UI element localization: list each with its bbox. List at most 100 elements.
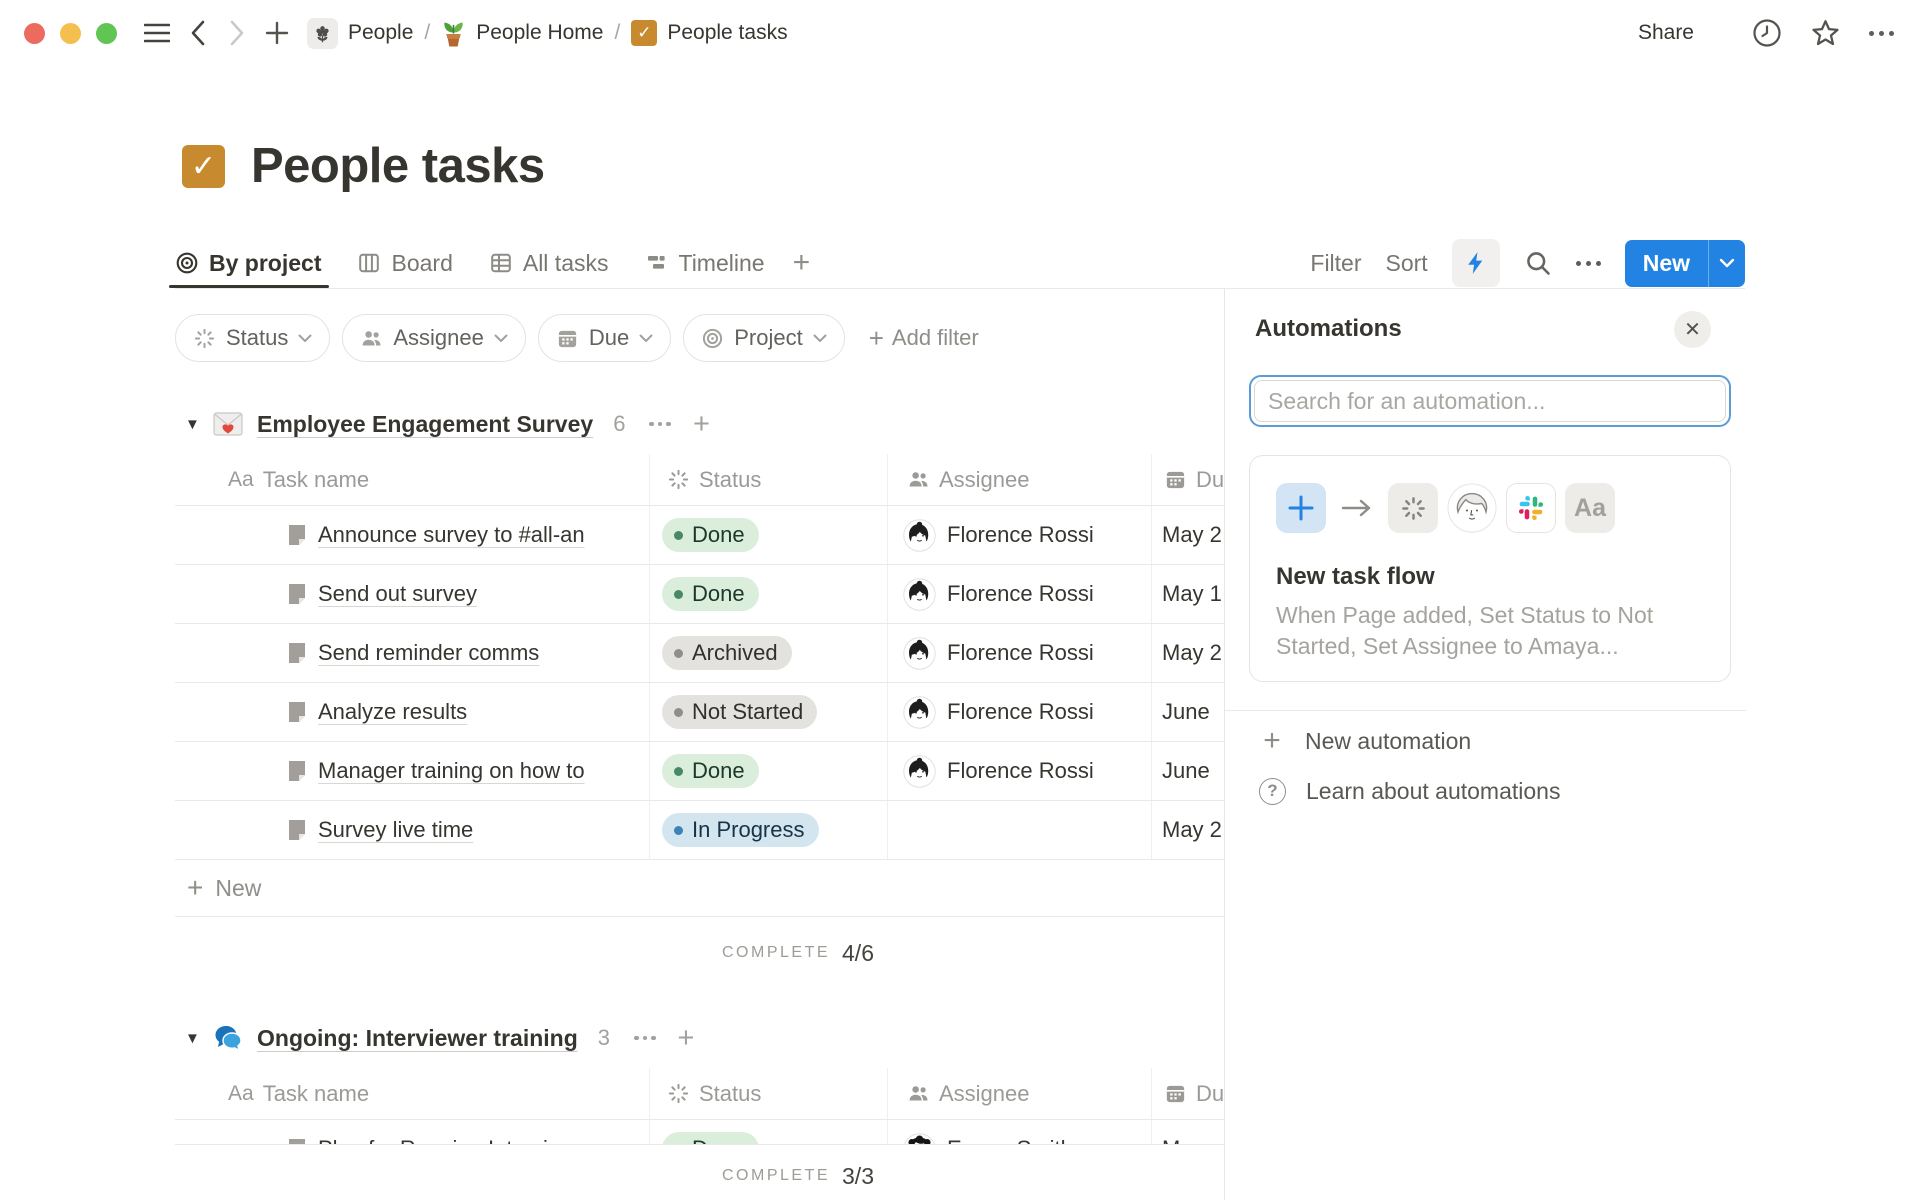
breadcrumb-people-home[interactable]: People Home: [441, 19, 603, 48]
target-icon: [175, 251, 199, 275]
due-date[interactable]: May 2: [1152, 506, 1224, 564]
new-button[interactable]: New: [1625, 240, 1745, 287]
minimize-window-button[interactable]: [60, 23, 81, 44]
star-icon[interactable]: [1810, 18, 1841, 48]
status-pill[interactable]: Done: [662, 754, 759, 788]
column-header-assignee[interactable]: Assignee: [888, 1068, 1152, 1119]
tab-by-project[interactable]: By project: [175, 238, 321, 288]
new-automation-button[interactable]: + New automation: [1259, 719, 1471, 763]
breadcrumb-people-tasks[interactable]: ✓ People tasks: [631, 20, 787, 46]
status-pill[interactable]: In Progress: [662, 813, 819, 847]
breadcrumb-people[interactable]: People: [307, 18, 413, 49]
group-add-icon[interactable]: +: [693, 408, 710, 441]
column-header-task-name[interactable]: Aa Task name: [175, 1068, 650, 1119]
status-label: Done: [692, 758, 745, 784]
tab-label: All tasks: [523, 250, 609, 277]
task-name[interactable]: Manager training on how to: [318, 758, 585, 784]
zoom-window-button[interactable]: [96, 23, 117, 44]
group-title[interactable]: Ongoing: Interviewer training: [257, 1025, 578, 1052]
filter-chip-status[interactable]: Status: [175, 314, 330, 362]
table-row[interactable]: Send out survey Done Florence Rossi May …: [175, 565, 1224, 624]
table-row[interactable]: Survey live time In Progress May 2: [175, 801, 1224, 860]
task-name[interactable]: Analyze results: [318, 699, 467, 725]
more-options-icon[interactable]: [1869, 31, 1894, 36]
sidebar-menu-button[interactable]: [139, 15, 175, 51]
table-row[interactable]: Analyze results Not Started Florence Ros…: [175, 683, 1224, 742]
column-label: Status: [699, 1081, 761, 1107]
group-more-icon[interactable]: [649, 422, 671, 427]
filter-chip-due[interactable]: Due: [538, 314, 671, 362]
tab-timeline[interactable]: Timeline: [645, 238, 765, 288]
group-add-icon[interactable]: +: [678, 1022, 695, 1055]
tab-board[interactable]: Board: [357, 238, 452, 288]
status-pill[interactable]: Done: [662, 518, 759, 552]
column-header-status[interactable]: Status: [650, 1068, 888, 1119]
column-header-due[interactable]: Due: [1152, 454, 1224, 505]
search-icon[interactable]: [1524, 249, 1552, 277]
close-panel-button[interactable]: ✕: [1674, 311, 1711, 348]
collapse-triangle-icon[interactable]: ▼: [185, 1030, 207, 1047]
new-page-button[interactable]: [259, 15, 295, 51]
status-pill[interactable]: Not Started: [662, 695, 817, 729]
column-header-task-name[interactable]: Aa Task name: [175, 454, 650, 505]
page-title[interactable]: People tasks: [251, 138, 545, 194]
table-row[interactable]: Send reminder comms Archived Florence Ro…: [175, 624, 1224, 683]
automation-search-input[interactable]: [1268, 388, 1712, 415]
add-filter-button[interactable]: + Add filter: [869, 323, 979, 354]
new-row-label: New: [215, 875, 261, 902]
filter-button[interactable]: Filter: [1310, 250, 1361, 277]
avatar-florence: [903, 755, 936, 788]
window-titlebar: People / People Home / ✓ People tasks Sh…: [0, 0, 1920, 66]
check-icon: ✓: [637, 23, 651, 43]
group-title[interactable]: Employee Engagement Survey: [257, 411, 593, 438]
tab-label: By project: [209, 250, 321, 277]
table-row[interactable]: Manager training on how to Done Florence…: [175, 742, 1224, 801]
column-header-status[interactable]: Status: [650, 454, 888, 505]
tab-all-tasks[interactable]: All tasks: [489, 238, 609, 288]
task-name[interactable]: Send out survey: [318, 581, 477, 607]
due-date[interactable]: May 2: [1152, 624, 1224, 682]
task-name[interactable]: Send reminder comms: [318, 640, 539, 666]
due-date[interactable]: June: [1152, 742, 1224, 800]
status-pill[interactable]: Archived: [662, 636, 792, 670]
column-label: Task name: [263, 467, 369, 493]
status-pill[interactable]: Done: [662, 577, 759, 611]
check-icon: ✓: [191, 149, 216, 184]
database-table: ▼ Employee Engagement Survey 6 + Aa Task…: [175, 400, 1224, 1179]
avatar-florence: [903, 696, 936, 729]
due-date[interactable]: June: [1152, 683, 1224, 741]
collapse-triangle-icon[interactable]: ▼: [185, 416, 207, 433]
new-row-button[interactable]: + New: [175, 860, 1224, 917]
group-more-icon[interactable]: [634, 1036, 656, 1041]
sort-button[interactable]: Sort: [1386, 250, 1428, 277]
task-name[interactable]: Survey live time: [318, 817, 473, 843]
table-row[interactable]: Announce survey to #all-an Done Florence…: [175, 506, 1224, 565]
page-icon: [287, 583, 307, 605]
column-header-due[interactable]: Due: [1152, 1068, 1224, 1119]
learn-about-automations-link[interactable]: ? Learn about automations: [1259, 769, 1560, 813]
view-more-icon[interactable]: [1576, 261, 1601, 266]
add-view-button[interactable]: +: [793, 246, 811, 280]
forward-button[interactable]: [219, 15, 255, 51]
complete-label: COMPLETE: [722, 944, 830, 962]
chevron-down-icon: [813, 334, 827, 343]
close-window-button[interactable]: [24, 23, 45, 44]
text-property-icon: Aa: [1565, 483, 1615, 533]
task-name[interactable]: Announce survey to #all-an: [318, 522, 585, 548]
chevron-down-icon[interactable]: [1708, 240, 1745, 287]
plus-icon: +: [869, 323, 884, 354]
automations-button[interactable]: [1452, 239, 1500, 287]
filter-chip-assignee[interactable]: Assignee: [342, 314, 526, 362]
assignee-name: Florence Rossi: [947, 581, 1094, 607]
automation-card-new-task-flow[interactable]: Aa New task flow When Page added, Set St…: [1249, 455, 1731, 682]
due-date[interactable]: May 1: [1152, 565, 1224, 623]
clock-icon[interactable]: [1752, 18, 1782, 48]
back-button[interactable]: [179, 15, 215, 51]
potted-plant-emoji: [441, 19, 466, 48]
column-header-assignee[interactable]: Assignee: [888, 454, 1152, 505]
due-date[interactable]: May 2: [1152, 801, 1224, 859]
filter-chip-project[interactable]: Project: [683, 314, 844, 362]
column-label: Task name: [263, 1081, 369, 1107]
share-button[interactable]: Share: [1638, 21, 1694, 45]
assignee-empty-cell[interactable]: [888, 801, 1152, 859]
